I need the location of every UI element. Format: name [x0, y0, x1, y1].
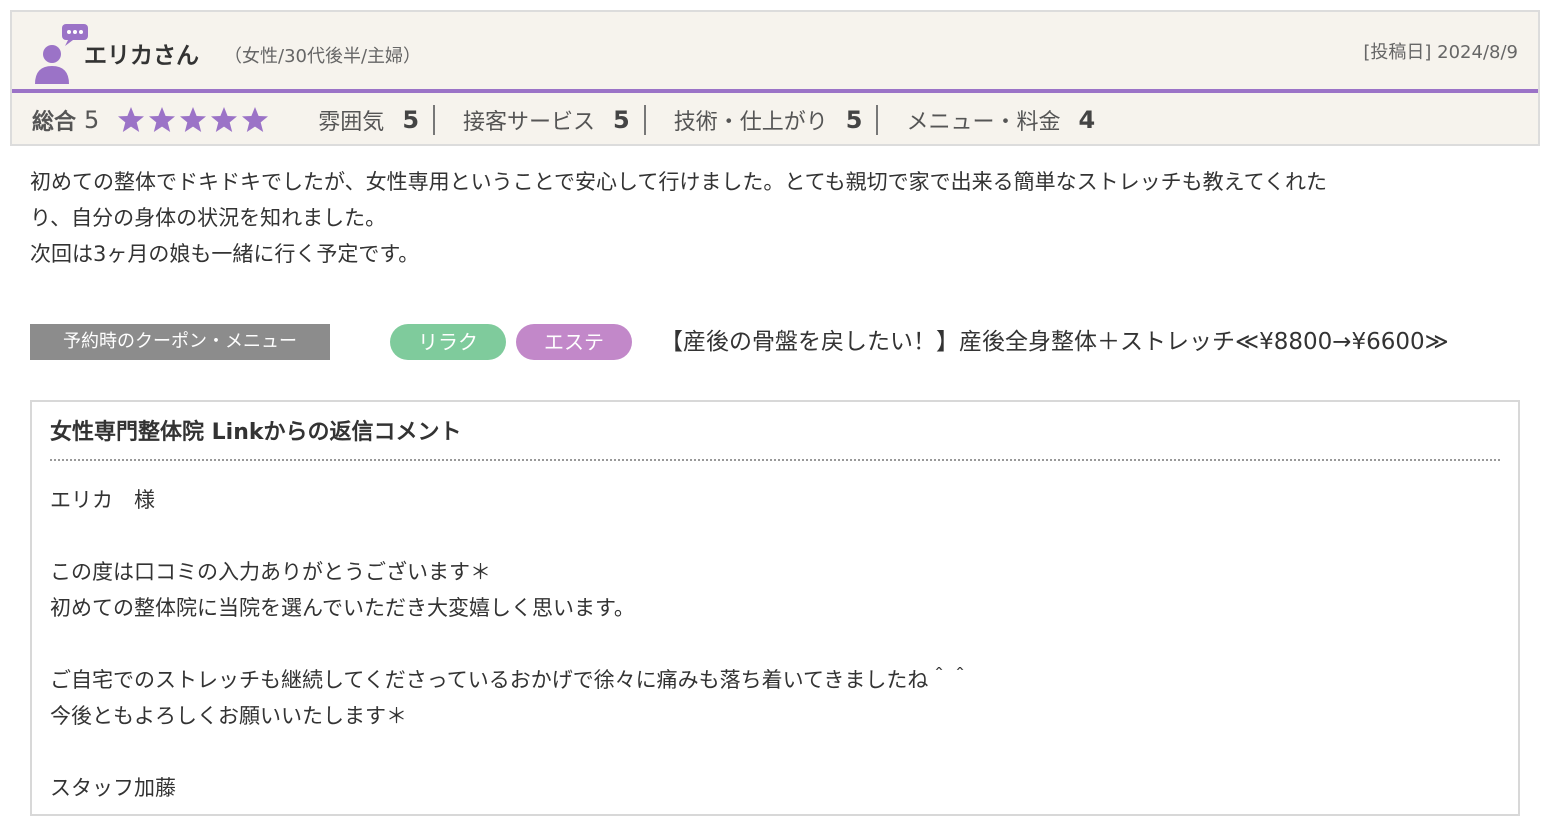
- star-icon: [179, 106, 207, 134]
- reply-line: この度は口コミの入力ありがとうございます＊: [50, 560, 491, 584]
- review-header: エリカさん （女性/30代後半/主婦） [投稿日] 2024/8/9 総合 5 …: [10, 10, 1540, 146]
- star-icon: [241, 106, 269, 134]
- header-divider: [12, 89, 1538, 93]
- coupon-row: 予約時のクーポン・メニュー リラク エステ 【産後の骨盤を戻したい！】産後全身整…: [30, 324, 1530, 360]
- rating-atmosphere: 雰囲気 5: [318, 104, 419, 136]
- reply-line: 初めての整体院に当院を選んでいただき大変嬉しく思います。: [50, 596, 635, 620]
- rating-menu-price: メニュー・料金 4: [906, 104, 1095, 136]
- tag-relaxation: リラク: [390, 324, 506, 360]
- reply-line: 今後ともよろしくお願いいたします＊: [50, 704, 407, 728]
- review-card: エリカさん （女性/30代後半/主婦） [投稿日] 2024/8/9 総合 5 …: [10, 10, 1540, 816]
- reply-line: [50, 518, 1490, 554]
- rating-label: 雰囲気: [318, 110, 385, 135]
- reply-line: エリカ 様: [50, 488, 155, 512]
- reply-box: 女性専門整体院 Linkからの返信コメント エリカ 様 この度は口コミの入力あり…: [30, 400, 1520, 816]
- rating-service: 接客サービス 5: [463, 104, 630, 136]
- rating-score: 5: [402, 106, 420, 134]
- rating-score: 5: [613, 106, 630, 134]
- ratings-row: 総合 5 雰囲気 5 接客サービス 5 技術・仕上がり 5 メニュー・料金 4: [32, 102, 1095, 138]
- total-rating-score: 5: [84, 106, 100, 134]
- rating-separator: [433, 105, 436, 135]
- rating-separator: [876, 105, 879, 135]
- rating-separator: [643, 105, 646, 135]
- post-date: [投稿日] 2024/8/9: [1363, 42, 1518, 63]
- star-icon: [148, 106, 176, 134]
- rating-technique: 技術・仕上がり 5: [674, 104, 863, 136]
- star-icon: [117, 106, 145, 134]
- rating-label: 接客サービス: [463, 110, 596, 135]
- rating-label: 技術・仕上がり: [673, 110, 828, 135]
- total-rating-label: 総合: [32, 110, 77, 135]
- reply-title: 女性専門整体院 Linkからの返信コメント: [50, 420, 462, 445]
- rating-score: 5: [845, 106, 863, 134]
- coupon-menu-name[interactable]: 【産後の骨盤を戻したい！】産後全身整体＋ストレッチ≪¥8800→¥6600≫: [660, 324, 1449, 360]
- review-body-line: り、自分の身体の状況を知れました。: [30, 206, 387, 230]
- reviewer-row: エリカさん （女性/30代後半/主婦） [投稿日] 2024/8/9: [12, 12, 1538, 90]
- coupon-label: 予約時のクーポン・メニュー: [30, 324, 330, 360]
- reviewer-name: エリカさん: [84, 43, 199, 69]
- reply-line: スタッフ加藤: [50, 776, 176, 800]
- rating-score: 4: [1078, 106, 1096, 134]
- reply-line: [50, 626, 1490, 662]
- reviewer-profile: （女性/30代後半/主婦）: [224, 46, 422, 67]
- review-body-line: 次回は3ヶ月の娘も一緒に行く予定です。: [30, 242, 420, 266]
- star-icon: [210, 106, 238, 134]
- reply-divider: [50, 459, 1500, 461]
- tag-esthetic: エステ: [516, 324, 632, 360]
- star-rating: [117, 106, 272, 134]
- reply-body: エリカ 様 この度は口コミの入力ありがとうございます＊ 初めての整体院に当院を選…: [50, 482, 1490, 806]
- review-body-line: 初めての整体でドキドキでしたが、女性専用ということで安心して行けました。とても親…: [30, 170, 1327, 194]
- reviewer-avatar-icon: [32, 22, 88, 84]
- rating-label: メニュー・料金: [906, 110, 1061, 135]
- review-body: 初めての整体でドキドキでしたが、女性専用ということで安心して行けました。とても親…: [30, 164, 1530, 272]
- reply-line: [50, 734, 1490, 770]
- reply-line: ご自宅でのストレッチも継続してくださっているおかげで徐々に痛みも落ち着いてきまし…: [50, 668, 971, 692]
